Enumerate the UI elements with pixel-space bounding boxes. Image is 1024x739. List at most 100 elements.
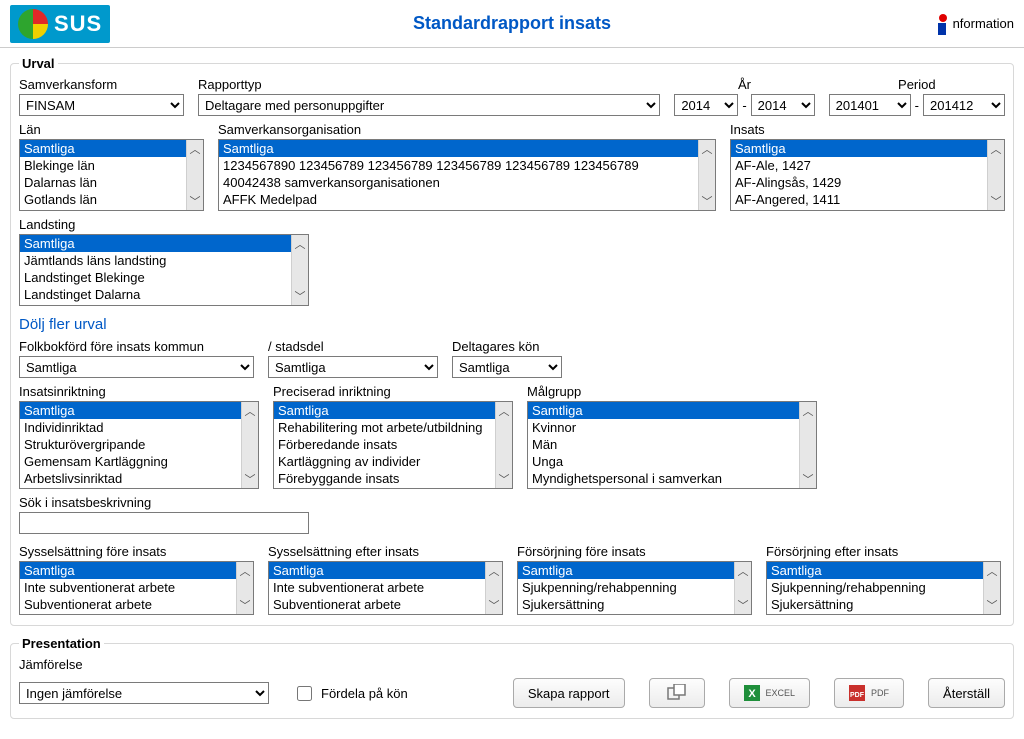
- insatsinriktning-listbox[interactable]: SamtligaIndividinriktadStrukturövergripa…: [19, 401, 259, 489]
- chevron-down-icon[interactable]: ﹀: [496, 470, 512, 488]
- chevron-up-icon[interactable]: ︿: [800, 402, 816, 420]
- scrollbar[interactable]: ︿﹀: [291, 235, 308, 305]
- chevron-down-icon[interactable]: ﹀: [242, 470, 258, 488]
- list-item[interactable]: 1234567890 123456789 123456789 123456789…: [219, 157, 698, 174]
- list-item[interactable]: Förebyggande insats: [274, 470, 495, 487]
- period-from-select[interactable]: 201401: [829, 94, 911, 116]
- list-item[interactable]: Samtliga: [269, 562, 485, 579]
- list-item[interactable]: Samtliga: [20, 140, 186, 157]
- list-item[interactable]: Individinriktad: [20, 419, 241, 436]
- scrollbar[interactable]: ︿﹀: [698, 140, 715, 210]
- list-item[interactable]: Myndighetspersonal i samverkan: [528, 470, 799, 487]
- list-item[interactable]: Kartläggning av individer: [274, 453, 495, 470]
- chevron-down-icon[interactable]: ﹀: [699, 192, 715, 210]
- list-item[interactable]: Subventionerat arbete: [20, 596, 236, 613]
- period-to-select[interactable]: 201412: [923, 94, 1005, 116]
- list-item[interactable]: Samtliga: [518, 562, 734, 579]
- list-item[interactable]: Sjukersättning: [767, 596, 983, 613]
- chevron-down-icon[interactable]: ﹀: [988, 192, 1004, 210]
- chevron-up-icon[interactable]: ︿: [496, 402, 512, 420]
- list-item[interactable]: Landstinget Blekinge: [20, 269, 291, 286]
- list-item[interactable]: Män: [528, 436, 799, 453]
- copy-layout-button[interactable]: [649, 678, 705, 708]
- list-item[interactable]: Jämtlands läns landsting: [20, 252, 291, 269]
- ar-from-select[interactable]: 2014: [674, 94, 738, 116]
- insats-listbox[interactable]: SamtligaAF-Ale, 1427AF-Alingsås, 1429AF-…: [730, 139, 1005, 211]
- list-item[interactable]: Strukturövergripande: [20, 436, 241, 453]
- scrollbar[interactable]: ︿﹀: [485, 562, 502, 614]
- list-item[interactable]: Sjukpenning/rehabpenning: [518, 579, 734, 596]
- syssel-fore-listbox[interactable]: SamtligaInte subventionerat arbeteSubven…: [19, 561, 254, 615]
- export-pdf-button[interactable]: PDF PDF: [834, 678, 904, 708]
- scrollbar[interactable]: ︿﹀: [495, 402, 512, 488]
- chevron-down-icon[interactable]: ﹀: [292, 287, 308, 305]
- list-item[interactable]: AFFK Medelpad: [219, 191, 698, 208]
- fordela-checkbox[interactable]: [297, 686, 312, 701]
- list-item[interactable]: Gotlands län: [20, 191, 186, 208]
- list-item[interactable]: Landstinget Dalarna: [20, 286, 291, 303]
- skapa-rapport-button[interactable]: Skapa rapport: [513, 678, 625, 708]
- forsorj-efter-listbox[interactable]: SamtligaSjukpenning/rehabpenningSjukersä…: [766, 561, 1001, 615]
- chevron-down-icon[interactable]: ﹀: [187, 192, 203, 210]
- sok-input[interactable]: [19, 512, 309, 534]
- chevron-up-icon[interactable]: ︿: [984, 562, 1000, 580]
- list-item[interactable]: Kvinnor: [528, 419, 799, 436]
- landsting-listbox[interactable]: SamtligaJämtlands läns landstingLandstin…: [19, 234, 309, 306]
- malgrupp-listbox[interactable]: SamtligaKvinnorMänUngaMyndighetspersonal…: [527, 401, 817, 489]
- toggle-urval-link[interactable]: Dölj fler urval: [19, 316, 107, 333]
- scrollbar[interactable]: ︿﹀: [983, 562, 1000, 614]
- list-item[interactable]: Samtliga: [20, 235, 291, 252]
- forsorj-fore-listbox[interactable]: SamtligaSjukpenning/rehabpenningSjukersä…: [517, 561, 752, 615]
- chevron-down-icon[interactable]: ﹀: [486, 596, 502, 614]
- list-item[interactable]: Samtliga: [731, 140, 987, 157]
- chevron-down-icon[interactable]: ﹀: [735, 596, 751, 614]
- list-item[interactable]: 40042438 samverkansorganisationen: [219, 174, 698, 191]
- list-item[interactable]: Subventionerat arbete: [269, 596, 485, 613]
- list-item[interactable]: Samtliga: [20, 562, 236, 579]
- stadsdel-select[interactable]: Samtliga: [268, 356, 438, 378]
- syssel-efter-listbox[interactable]: SamtligaInte subventionerat arbeteSubven…: [268, 561, 503, 615]
- list-item[interactable]: Förberedande insats: [274, 436, 495, 453]
- list-item[interactable]: AF-Ale, 1427: [731, 157, 987, 174]
- ar-to-select[interactable]: 2014: [751, 94, 815, 116]
- list-item[interactable]: Samtliga: [274, 402, 495, 419]
- scrollbar[interactable]: ︿﹀: [186, 140, 203, 210]
- preciserad-listbox[interactable]: SamtligaRehabilitering mot arbete/utbild…: [273, 401, 513, 489]
- rapporttyp-select[interactable]: Deltagare med personuppgifter: [198, 94, 660, 116]
- list-item[interactable]: Samtliga: [528, 402, 799, 419]
- scrollbar[interactable]: ︿﹀: [799, 402, 816, 488]
- scrollbar[interactable]: ︿﹀: [734, 562, 751, 614]
- list-item[interactable]: Sjukersättning: [518, 596, 734, 613]
- chevron-down-icon[interactable]: ﹀: [984, 596, 1000, 614]
- list-item[interactable]: AF-Alingsås, 1429: [731, 174, 987, 191]
- samverkansform-select[interactable]: FINSAM: [19, 94, 184, 116]
- aterstall-button[interactable]: Återställ: [928, 678, 1005, 708]
- chevron-up-icon[interactable]: ︿: [735, 562, 751, 580]
- export-excel-button[interactable]: X EXCEL: [729, 678, 811, 708]
- list-item[interactable]: Sjukpenning/rehabpenning: [767, 579, 983, 596]
- chevron-up-icon[interactable]: ︿: [187, 140, 203, 158]
- list-item[interactable]: AF-Angered, 1411: [731, 191, 987, 208]
- chevron-down-icon[interactable]: ﹀: [237, 596, 253, 614]
- folkbokford-select[interactable]: Samtliga: [19, 356, 254, 378]
- list-item[interactable]: Unga: [528, 453, 799, 470]
- jamforelse-select[interactable]: Ingen jämförelse: [19, 682, 269, 704]
- chevron-up-icon[interactable]: ︿: [292, 235, 308, 253]
- list-item[interactable]: Blekinge län: [20, 157, 186, 174]
- chevron-down-icon[interactable]: ﹀: [800, 470, 816, 488]
- chevron-up-icon[interactable]: ︿: [699, 140, 715, 158]
- deltagares-kon-select[interactable]: Samtliga: [452, 356, 562, 378]
- scrollbar[interactable]: ︿﹀: [987, 140, 1004, 210]
- list-item[interactable]: Inte subventionerat arbete: [20, 579, 236, 596]
- chevron-up-icon[interactable]: ︿: [242, 402, 258, 420]
- chevron-up-icon[interactable]: ︿: [486, 562, 502, 580]
- scrollbar[interactable]: ︿﹀: [236, 562, 253, 614]
- list-item[interactable]: Gemensam Kartläggning: [20, 453, 241, 470]
- list-item[interactable]: Inte subventionerat arbete: [269, 579, 485, 596]
- list-item[interactable]: Rehabilitering mot arbete/utbildning: [274, 419, 495, 436]
- list-item[interactable]: Samtliga: [20, 402, 241, 419]
- samverkansorganisation-listbox[interactable]: Samtliga1234567890 123456789 123456789 1…: [218, 139, 716, 211]
- list-item[interactable]: Samtliga: [219, 140, 698, 157]
- chevron-up-icon[interactable]: ︿: [988, 140, 1004, 158]
- list-item[interactable]: Arbetslivsinriktad: [20, 470, 241, 487]
